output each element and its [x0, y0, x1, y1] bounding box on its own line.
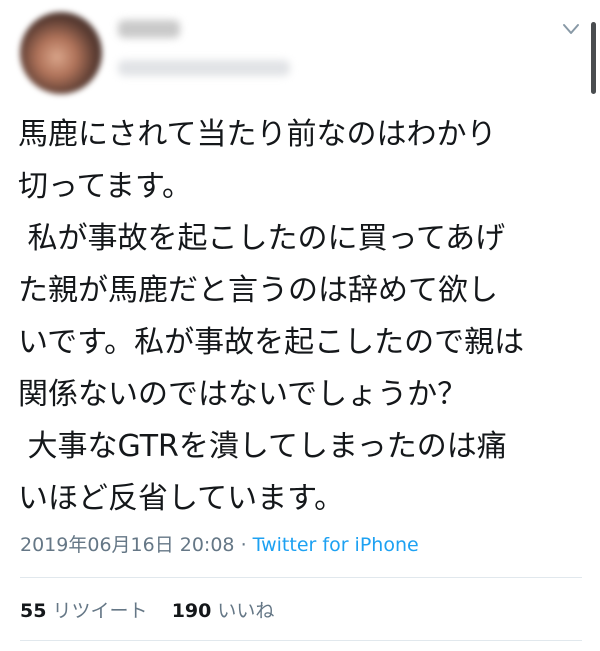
tweet-text: 馬鹿にされて当たり前なのはわかり 切ってます。 私が事故を起こしたのに買ってあげ… — [18, 109, 588, 525]
likes-stat[interactable]: 190 いいね — [172, 600, 275, 622]
tweet-text-line: いほど反省しています。 — [18, 481, 345, 516]
tweet-text-line: 関係ないのではないでしょうか？ — [18, 377, 468, 412]
user-handle-redacted[interactable] — [118, 60, 290, 76]
avatar[interactable] — [20, 12, 102, 94]
meta-separator: · — [240, 534, 247, 556]
likes-label: いいね — [217, 600, 275, 622]
retweets-count: 55 — [20, 600, 47, 622]
tweet-timestamp[interactable]: 2019年06月16日 20:08 — [20, 534, 235, 556]
tweet-text-line: た親が馬鹿だと言うのは辞めて欲し — [18, 273, 498, 308]
retweets-label: リツイート — [52, 600, 148, 622]
tweet-text-line: 大事なGTRを潰してしまったのは痛 — [18, 429, 507, 464]
tweet-meta: 2019年06月16日 20:08 · Twitter for iPhone — [20, 530, 419, 557]
user-display-name-redacted[interactable] — [118, 20, 180, 38]
retweets-stat[interactable]: 55 リツイート — [20, 600, 148, 622]
tweet-source-link[interactable]: Twitter for iPhone — [253, 534, 419, 556]
likes-count: 190 — [171, 600, 212, 622]
tweet-text-line: 切ってます。 — [18, 169, 192, 204]
chevron-down-icon[interactable] — [562, 22, 580, 36]
scrollbar[interactable] — [591, 22, 596, 94]
tweet-text-line: いです。私が事故を起こしたので親は — [18, 325, 525, 360]
divider — [20, 640, 582, 641]
divider — [20, 577, 582, 578]
tweet-stats: 55 リツイート 190 いいね — [20, 596, 274, 623]
tweet-text-line: 私が事故を起こしたのに買ってあげ — [18, 221, 506, 256]
tweet-text-line: 馬鹿にされて当たり前なのはわかり — [18, 117, 497, 152]
